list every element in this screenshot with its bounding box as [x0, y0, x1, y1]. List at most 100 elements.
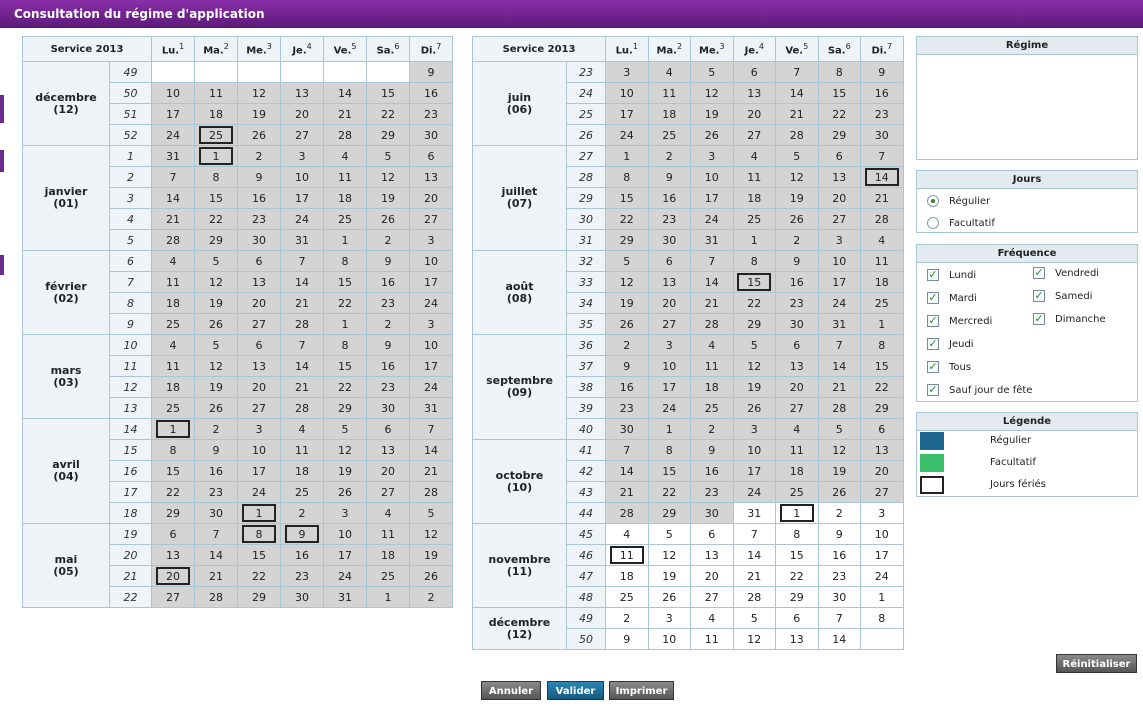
service-day-cell[interactable]: 24 [605, 124, 649, 146]
service-day-cell[interactable]: 4 [280, 418, 325, 440]
service-day-cell[interactable]: 6 [775, 334, 819, 356]
service-day-cell[interactable]: 12 [323, 439, 368, 461]
service-day-cell[interactable]: 23 [366, 292, 411, 314]
service-day-cell[interactable]: 1 [732, 229, 777, 251]
service-day-cell[interactable]: 26 [690, 124, 734, 146]
service-day-cell[interactable]: 18 [323, 187, 368, 209]
service-day-cell[interactable]: 6 [817, 145, 862, 167]
service-day-cell[interactable]: 25 [151, 313, 196, 335]
service-day-cell[interactable]: 21 [409, 460, 454, 482]
service-day-cell[interactable]: 16 [280, 544, 325, 566]
service-day-cell[interactable]: 16 [194, 460, 239, 482]
service-day-cell[interactable]: 8 [323, 334, 368, 356]
service-day-cell[interactable]: 5 [690, 61, 734, 83]
service-day-cell[interactable]: 12 [690, 82, 734, 104]
service-day-cell[interactable]: 12 [366, 166, 411, 188]
day-cell[interactable]: 28 [732, 586, 777, 608]
service-day-cell[interactable]: 17 [817, 271, 862, 293]
service-day-cell[interactable]: 24 [151, 124, 196, 146]
service-day-cell[interactable]: 22 [323, 292, 368, 314]
day-cell[interactable]: 1 [860, 586, 904, 608]
service-day-cell[interactable]: 13 [237, 355, 282, 377]
service-day-cell[interactable]: 9 [366, 334, 411, 356]
service-day-cell[interactable]: 19 [194, 376, 239, 398]
service-day-cell[interactable]: 30 [690, 502, 734, 524]
service-day-cell[interactable]: 16 [237, 187, 282, 209]
day-cell[interactable]: 25 [605, 586, 649, 608]
service-day-cell[interactable]: 3 [237, 418, 282, 440]
service-day-cell[interactable]: 12 [775, 166, 819, 188]
service-day-cell[interactable]: 21 [690, 292, 734, 314]
service-day-cell[interactable]: 20 [409, 187, 454, 209]
service-day-cell[interactable]: 9 [366, 250, 411, 272]
service-day-cell[interactable]: 8 [151, 439, 196, 461]
service-day-cell[interactable]: 17 [280, 187, 325, 209]
service-day-cell[interactable]: 15 [323, 271, 368, 293]
service-day-cell[interactable]: 29 [151, 502, 196, 524]
day-cell[interactable]: 24 [860, 565, 904, 587]
service-day-cell[interactable]: 7 [409, 418, 454, 440]
service-day-cell[interactable]: 29 [366, 124, 411, 146]
service-day-cell[interactable]: 21 [280, 292, 325, 314]
service-day-cell[interactable]: 30 [194, 502, 239, 524]
service-day-cell[interactable]: 20 [237, 292, 282, 314]
service-day-cell[interactable]: 21 [817, 376, 862, 398]
service-day-cell[interactable]: 3 [690, 145, 734, 167]
service-day-cell[interactable]: 24 [237, 481, 282, 503]
service-day-cell[interactable]: 30 [647, 229, 692, 251]
service-day-cell[interactable]: 20 [732, 103, 777, 125]
holiday-day-cell[interactable]: 8 [237, 523, 282, 545]
service-day-cell[interactable]: 12 [605, 271, 649, 293]
service-day-cell[interactable]: 15 [647, 460, 692, 482]
service-day-cell[interactable]: 18 [366, 544, 411, 566]
service-day-cell[interactable]: 1 [860, 313, 904, 335]
service-day-cell[interactable]: 30 [237, 229, 282, 251]
service-day-cell[interactable]: 26 [605, 313, 649, 335]
service-day-cell[interactable]: 13 [860, 439, 904, 461]
holiday-day-cell[interactable]: 15 [732, 271, 777, 293]
service-day-cell[interactable]: 21 [605, 481, 649, 503]
service-day-cell[interactable]: 16 [647, 187, 692, 209]
service-day-cell[interactable]: 23 [605, 397, 649, 419]
service-day-cell[interactable]: 5 [409, 502, 454, 524]
day-cell[interactable]: 10 [860, 523, 904, 545]
service-day-cell[interactable]: 18 [647, 103, 692, 125]
service-day-cell[interactable]: 29 [237, 586, 282, 608]
service-day-cell[interactable]: 28 [605, 502, 649, 524]
service-day-cell[interactable]: 6 [237, 250, 282, 272]
holiday-day-cell[interactable]: 20 [151, 565, 196, 587]
service-day-cell[interactable]: 20 [280, 103, 325, 125]
service-day-cell[interactable]: 14 [817, 355, 862, 377]
service-day-cell[interactable]: 29 [647, 502, 692, 524]
service-day-cell[interactable]: 25 [690, 397, 734, 419]
service-day-cell[interactable]: 13 [280, 82, 325, 104]
service-day-cell[interactable]: 17 [237, 460, 282, 482]
service-day-cell[interactable]: 27 [860, 481, 904, 503]
service-day-cell[interactable]: 27 [237, 397, 282, 419]
service-day-cell[interactable]: 3 [409, 229, 454, 251]
service-day-cell[interactable]: 12 [194, 271, 239, 293]
service-day-cell[interactable]: 16 [366, 355, 411, 377]
day-cell[interactable]: 15 [775, 544, 819, 566]
service-day-cell[interactable]: 9 [690, 439, 734, 461]
service-day-cell[interactable]: 17 [409, 355, 454, 377]
service-day-cell[interactable]: 22 [151, 481, 196, 503]
service-day-cell[interactable]: 18 [280, 460, 325, 482]
holiday-day-cell[interactable]: 25 [194, 124, 239, 146]
service-day-cell[interactable]: 3 [732, 418, 777, 440]
service-day-cell[interactable]: 16 [409, 82, 454, 104]
service-day-cell[interactable]: 25 [151, 397, 196, 419]
service-day-cell[interactable]: 24 [280, 208, 325, 230]
service-day-cell[interactable]: 5 [194, 250, 239, 272]
service-day-cell[interactable]: 17 [323, 544, 368, 566]
service-day-cell[interactable]: 11 [775, 439, 819, 461]
day-cell[interactable]: 29 [775, 586, 819, 608]
service-day-cell[interactable]: 15 [323, 355, 368, 377]
day-cell[interactable]: 2 [605, 607, 649, 629]
service-day-cell[interactable]: 11 [690, 355, 734, 377]
service-day-cell[interactable]: 4 [732, 145, 777, 167]
service-day-cell[interactable]: 8 [860, 334, 904, 356]
day-cell[interactable]: 9 [605, 628, 649, 650]
service-day-cell[interactable]: 29 [194, 229, 239, 251]
service-day-cell[interactable]: 14 [280, 271, 325, 293]
